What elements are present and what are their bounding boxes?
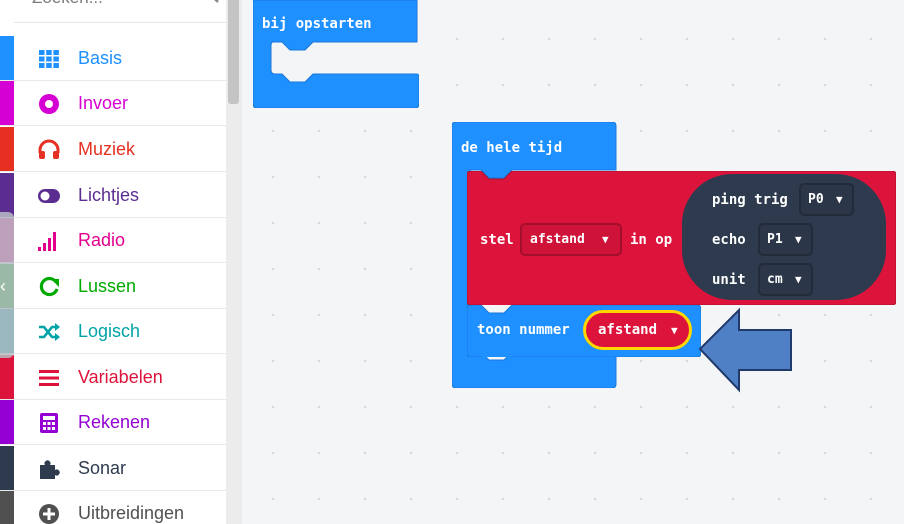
echo-pin-value: P1 — [767, 232, 783, 247]
caret-down-icon: ▼ — [836, 193, 843, 206]
variable-dropdown[interactable]: afstand ▼ — [520, 223, 622, 256]
category-color-bar — [0, 173, 14, 217]
unit-value: cm — [767, 272, 783, 287]
category-color-bar — [0, 446, 14, 490]
caret-down-icon: ▼ — [602, 233, 609, 246]
category-color-bar — [0, 81, 14, 125]
headphones-icon — [38, 139, 60, 159]
variable-dropdown-value: afstand — [530, 232, 585, 247]
forever-label: de hele tijd — [461, 140, 563, 156]
category-color-bar — [0, 400, 14, 444]
category-label: Rekenen — [78, 412, 151, 432]
category-lussen[interactable]: Lussen — [0, 264, 226, 309]
toolbox-scrollbar-thumb[interactable] — [228, 0, 239, 104]
category-muziek[interactable]: Muziek — [0, 127, 226, 172]
category-color-bar — [0, 36, 14, 80]
caret-down-icon: ▼ — [795, 233, 802, 246]
trig-pin-value: P0 — [808, 192, 824, 207]
ping-trig-label: ping trig — [712, 192, 788, 208]
category-label: Logisch — [78, 321, 141, 341]
category-color-bar — [0, 491, 14, 524]
workspace[interactable]: bij opstarten de hele tijd stel afstand … — [242, 0, 904, 524]
category-rekenen[interactable]: Rekenen — [0, 400, 226, 445]
circle-dot-icon — [39, 94, 59, 114]
show-number-label: toon nummer — [477, 322, 570, 338]
search-icon[interactable] — [200, 0, 220, 4]
category-label: Uitbreidingen — [78, 503, 185, 523]
puzzle-icon — [40, 460, 60, 479]
category-label: Lichtjes — [78, 185, 140, 205]
calculator-icon — [40, 413, 58, 433]
search-input[interactable]: Zoeken... — [32, 0, 103, 8]
category-logisch[interactable]: Logisch — [0, 309, 226, 354]
annotation-arrow — [698, 307, 792, 393]
category-color-bar — [0, 127, 14, 171]
caret-down-icon: ▼ — [795, 273, 802, 286]
category-lichtjes[interactable]: Lichtjes — [0, 173, 226, 218]
category-sonar[interactable]: Sonar — [0, 446, 226, 491]
category-label: Basis — [78, 48, 123, 68]
category-uitbreidingen[interactable]: Uitbreidingen — [0, 491, 226, 524]
afstand-variable-reporter[interactable]: afstand ▼ — [583, 310, 692, 350]
category-invoer[interactable]: Invoer — [0, 81, 226, 126]
refresh-icon — [39, 276, 59, 297]
search-box[interactable]: Zoeken... — [14, 0, 226, 23]
shuffle-icon — [39, 323, 60, 341]
grid-icon — [39, 50, 59, 68]
chevron-left-icon[interactable]: ‹ — [0, 276, 6, 297]
on-start-label: bij opstarten — [262, 16, 372, 32]
list-lines-icon — [39, 370, 59, 386]
category-label: Variabelen — [78, 367, 163, 387]
toggle-icon — [38, 189, 60, 203]
in-op-label: in op — [630, 232, 673, 248]
set-label: stel — [480, 232, 514, 248]
plus-circle-icon — [39, 504, 59, 524]
category-label: Radio — [78, 230, 126, 250]
category-color-bar — [0, 355, 14, 399]
unit-dropdown[interactable]: cm ▼ — [758, 263, 813, 296]
category-label: Lussen — [78, 276, 137, 296]
caret-down-icon: ▼ — [671, 324, 678, 337]
echo-pin-dropdown[interactable]: P1 ▼ — [758, 223, 813, 256]
trig-pin-dropdown[interactable]: P0 ▼ — [799, 183, 854, 216]
category-variabelen[interactable]: Variabelen — [0, 355, 226, 400]
category-basis[interactable]: Basis — [0, 36, 226, 81]
category-label: Muziek — [78, 139, 136, 159]
signal-bars-icon — [38, 232, 56, 251]
category-label: Invoer — [78, 93, 129, 113]
category-radio[interactable]: Radio — [0, 218, 226, 263]
category-label: Sonar — [78, 458, 127, 478]
echo-label: echo — [712, 232, 746, 248]
reporter-variable-name: afstand — [598, 322, 658, 338]
unit-label: unit — [712, 272, 746, 288]
toolbox: Zoeken... Basis Invoer — [0, 0, 226, 524]
